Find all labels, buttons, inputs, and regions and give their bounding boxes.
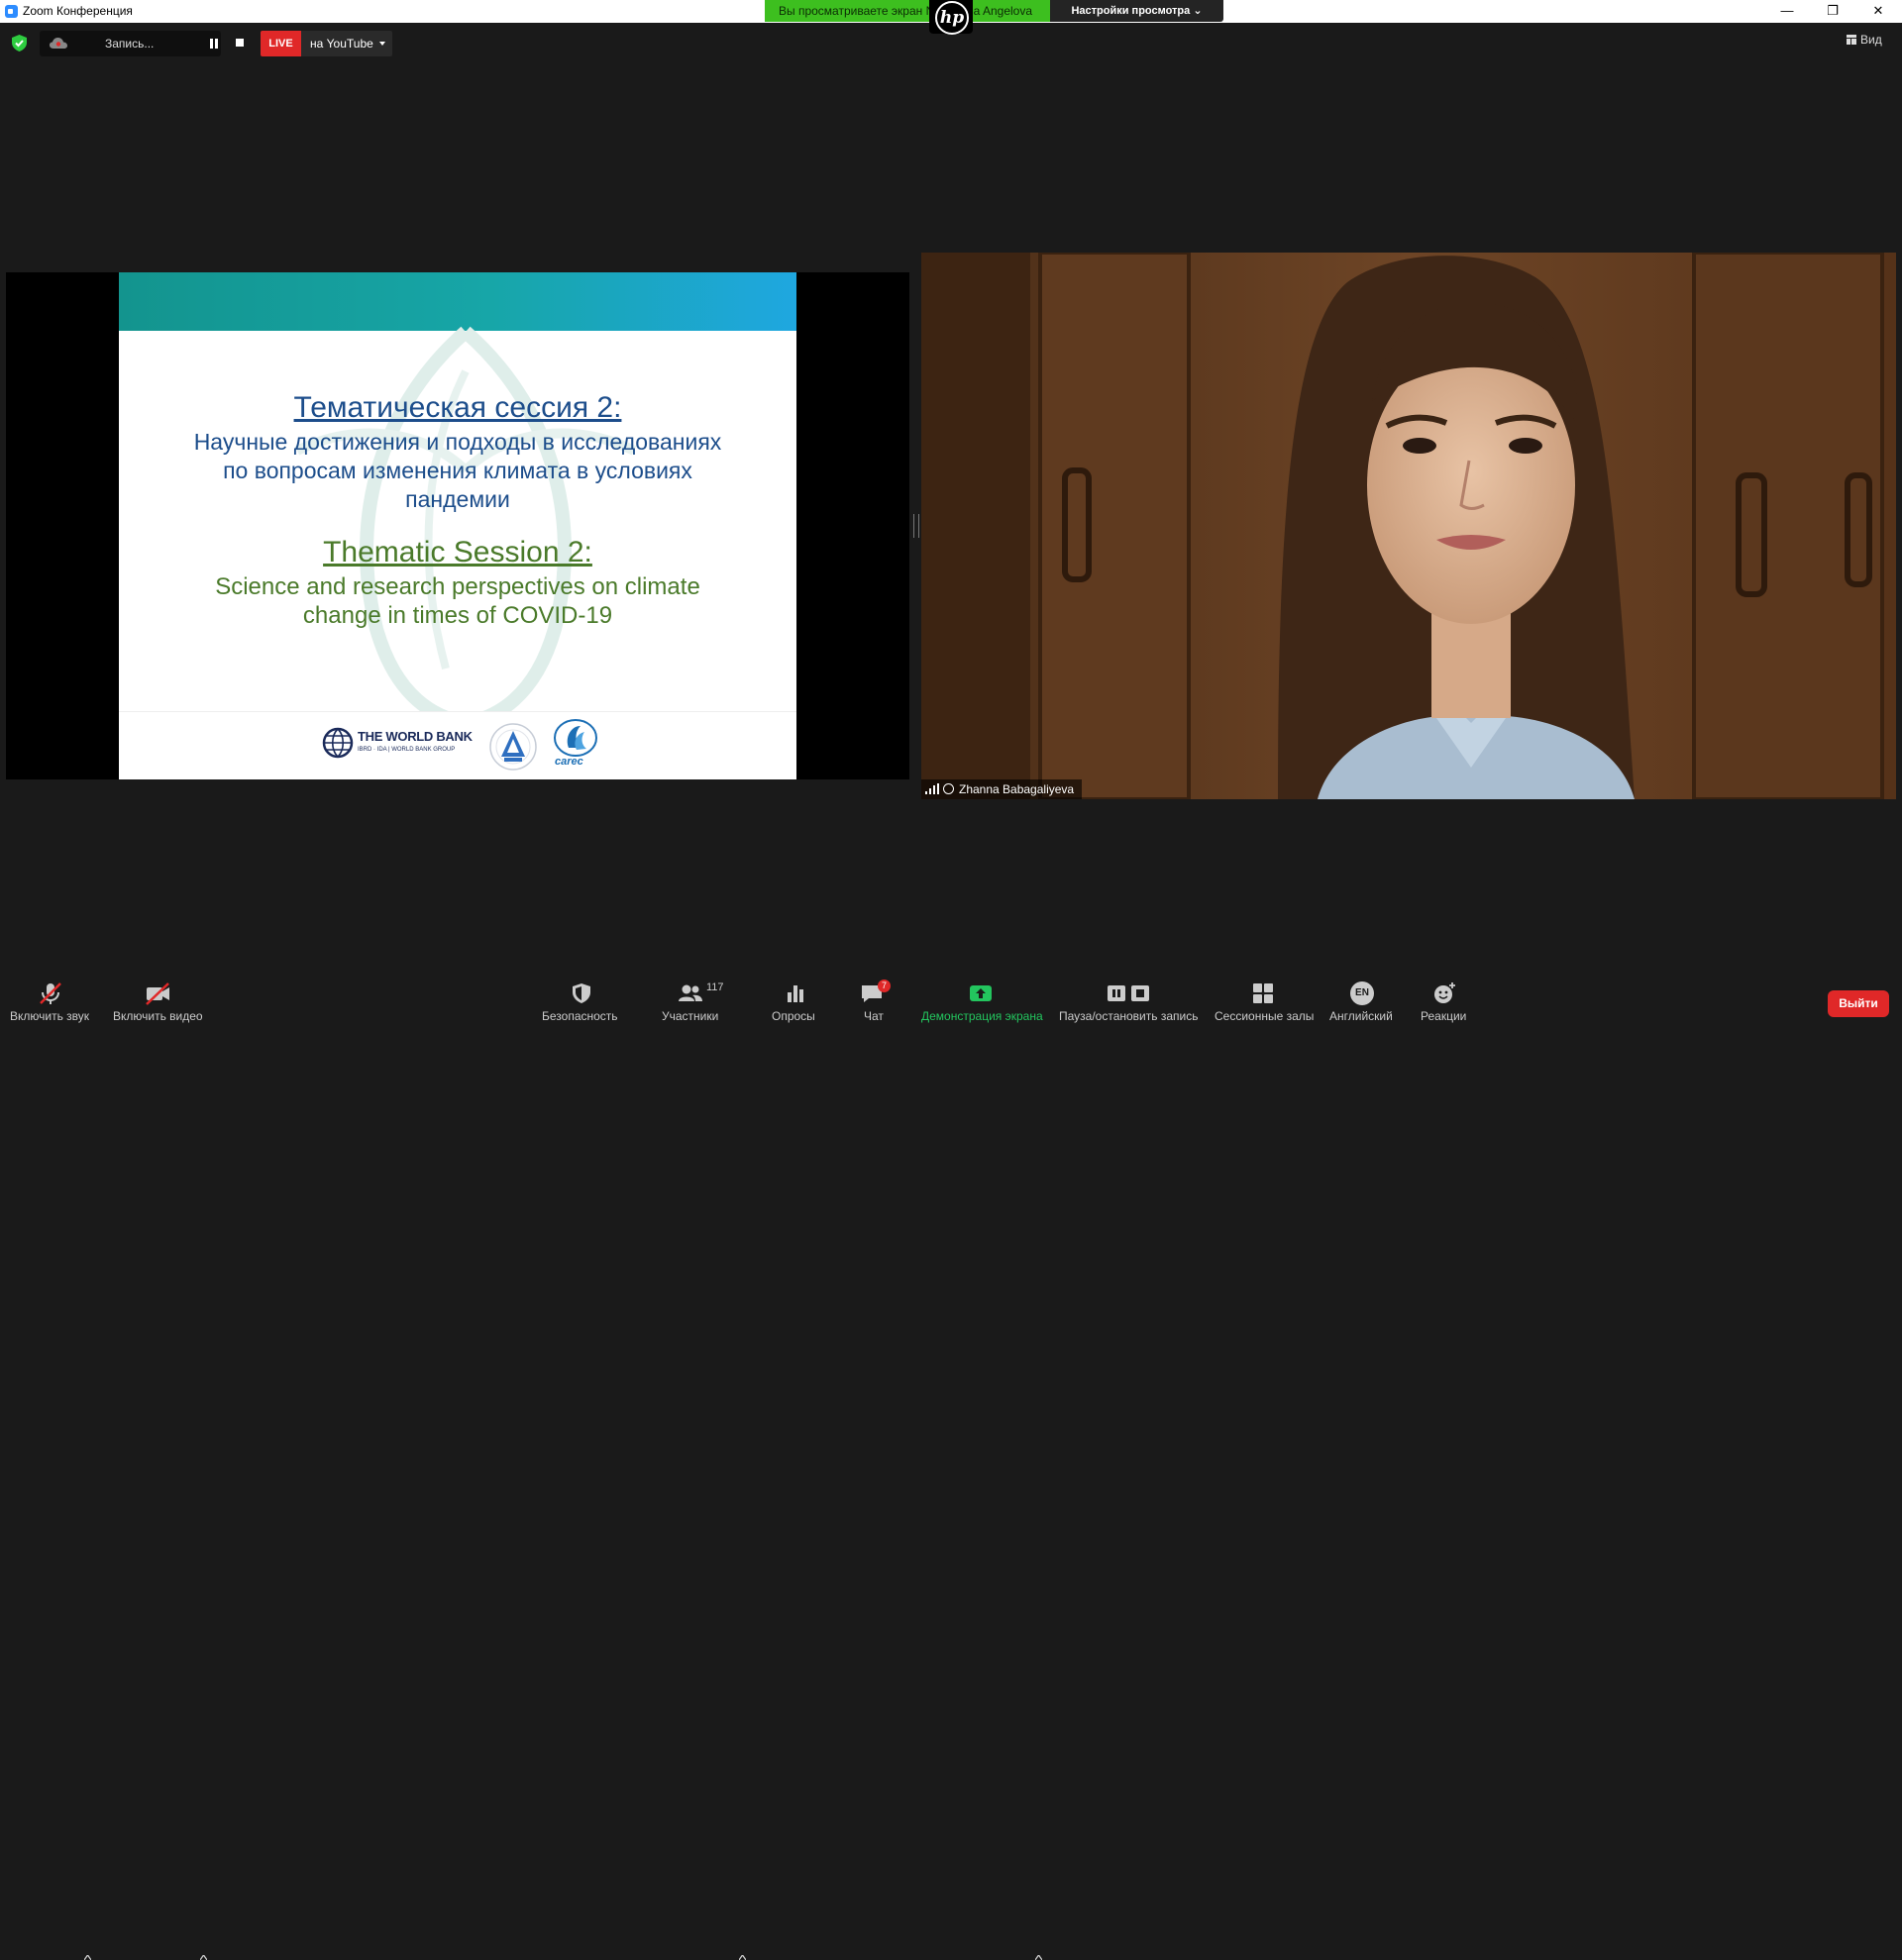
restore-button[interactable]: ❐ — [1810, 0, 1855, 23]
world-bank-logo: THE WORLD BANK IBRD · IDA | WORLD BANK G… — [322, 725, 480, 761]
participants-button[interactable]: 117 Участники — [654, 966, 753, 1030]
signal-strength-icon — [925, 783, 939, 794]
cloud-record-icon — [50, 38, 67, 49]
polls-button[interactable]: Опросы — [763, 966, 827, 1030]
security-label: Безопасность — [542, 1009, 618, 1023]
chat-label: Чат — [864, 1009, 884, 1023]
start-video-label: Включить видео — [113, 1009, 203, 1023]
share-screen-label: Демонстрация экрана — [921, 1009, 1043, 1023]
carec-logo: carec — [551, 718, 600, 770]
breakout-rooms-label: Сессионные залы — [1215, 1009, 1315, 1023]
shield-icon — [573, 983, 590, 1003]
caret-down-icon — [379, 42, 385, 46]
share-screen-icon — [970, 985, 992, 1001]
world-bank-subtitle: IBRD · IDA | WORLD BANK GROUP — [358, 747, 456, 753]
language-interpretation-button[interactable]: EN Английский — [1324, 966, 1402, 1030]
grid-view-icon — [1847, 35, 1856, 45]
recording-label: Запись... — [105, 37, 155, 51]
participants-options-caret-icon[interactable] — [739, 1955, 746, 1960]
speaker-video-frame — [921, 253, 1896, 799]
carec-emblem-icon — [554, 719, 597, 757]
globe-icon — [322, 727, 354, 759]
reactions-label: Реакции — [1421, 1009, 1467, 1023]
share-options-caret-icon[interactable] — [1035, 1955, 1042, 1960]
stop-recording-icon[interactable] — [236, 39, 244, 47]
chat-unread-badge: 7 — [878, 980, 891, 992]
start-video-button[interactable]: Включить видео — [109, 966, 208, 1030]
chat-button[interactable]: 7 Чат — [847, 966, 897, 1030]
zoom-app-icon — [5, 5, 18, 18]
reactions-smiley-icon — [1434, 982, 1455, 1003]
participants-count: 117 — [706, 981, 724, 993]
view-label: Вид — [1860, 33, 1882, 47]
meeting-toolbar: Включить звук Включить видео Безопасност… — [0, 966, 1902, 1960]
share-screen-button[interactable]: Демонстрация экрана — [916, 966, 1045, 1030]
pause-stop-recording-label: Пауза/остановить запись — [1059, 1009, 1199, 1023]
live-badge[interactable]: LIVE — [261, 31, 301, 56]
hp-logo-overlay: hp — [929, 0, 973, 35]
mic-muted-icon — [40, 982, 61, 1004]
polls-label: Опросы — [772, 1009, 815, 1023]
video-options-caret-icon[interactable] — [200, 1955, 207, 1960]
split-view-drag-handle[interactable] — [913, 514, 919, 538]
breakout-rooms-button[interactable]: Сессионные залы — [1211, 966, 1315, 1030]
pause-stop-recording-button[interactable]: Пауза/остановить запись — [1056, 966, 1205, 1030]
bar-chart-icon — [788, 985, 803, 1002]
audio-options-caret-icon[interactable] — [84, 1955, 91, 1960]
security-button[interactable]: Безопасность — [537, 966, 626, 1030]
participants-icon — [679, 984, 702, 1001]
recording-indicator: Запись... — [40, 31, 221, 56]
participants-label: Участники — [662, 1009, 719, 1023]
window-title: Zoom Конференция — [23, 4, 133, 18]
stream-target-label: на YouTube — [310, 37, 373, 51]
share-banner-text: Вы просматриваете экран Nadezhda Angelov… — [779, 4, 1033, 18]
carec-name: carec — [555, 756, 583, 768]
speaker-video[interactable] — [921, 253, 1896, 799]
slide-watermark — [294, 326, 637, 728]
minimize-button[interactable]: — — [1764, 0, 1810, 23]
hp-logo-mark: hp — [935, 1, 969, 35]
screen-share-banner: Вы просматриваете экран Nadezhda Angelov… — [765, 0, 1050, 22]
leave-meeting-button[interactable]: Выйти — [1828, 990, 1889, 1017]
view-settings-button[interactable]: Настройки просмотра ⌄ — [1050, 0, 1223, 22]
slide-footer-logos: THE WORLD BANK IBRD · IDA | WORLD BANK G… — [119, 711, 796, 779]
live-stream-dropdown[interactable]: на YouTube — [301, 31, 392, 56]
partner-emblem-logo — [489, 723, 537, 771]
unmute-label: Включить звук — [10, 1009, 90, 1023]
speaker-name-tag: Zhanna Babagaliyeva — [921, 779, 1083, 799]
video-off-icon — [146, 982, 169, 1005]
pause-stop-icon — [1108, 985, 1149, 1001]
slide-title-en: Thematic Session 2: — [323, 536, 592, 568]
reactions-button[interactable]: Реакции — [1412, 966, 1476, 1030]
unmute-button[interactable]: Включить звук — [0, 966, 99, 1030]
world-bank-name: THE WORLD BANK — [358, 729, 473, 744]
pause-recording-icon[interactable] — [210, 39, 218, 49]
slide-title-ru: Тематическая сессия 2: — [293, 391, 622, 424]
slide-subtitle-en: Science and research perspectives on cli… — [215, 573, 700, 629]
language-label: Английский — [1329, 1009, 1393, 1023]
close-button[interactable]: ✕ — [1855, 0, 1901, 23]
view-button[interactable]: Вид — [1847, 33, 1882, 47]
speaker-name: Zhanna Babagaliyeva — [959, 782, 1075, 796]
presentation-slide: Тематическая сессия 2: Научные достижени… — [119, 272, 796, 779]
slide-subtitle-ru: Научные достижения и подходы в исследова… — [193, 429, 722, 512]
breakout-grid-icon — [1253, 983, 1273, 1003]
mic-status-icon — [943, 783, 954, 794]
shield-check-icon[interactable] — [12, 35, 27, 52]
language-globe-icon: EN — [1350, 981, 1374, 1005]
shared-screen[interactable]: Тематическая сессия 2: Научные достижени… — [6, 272, 909, 779]
